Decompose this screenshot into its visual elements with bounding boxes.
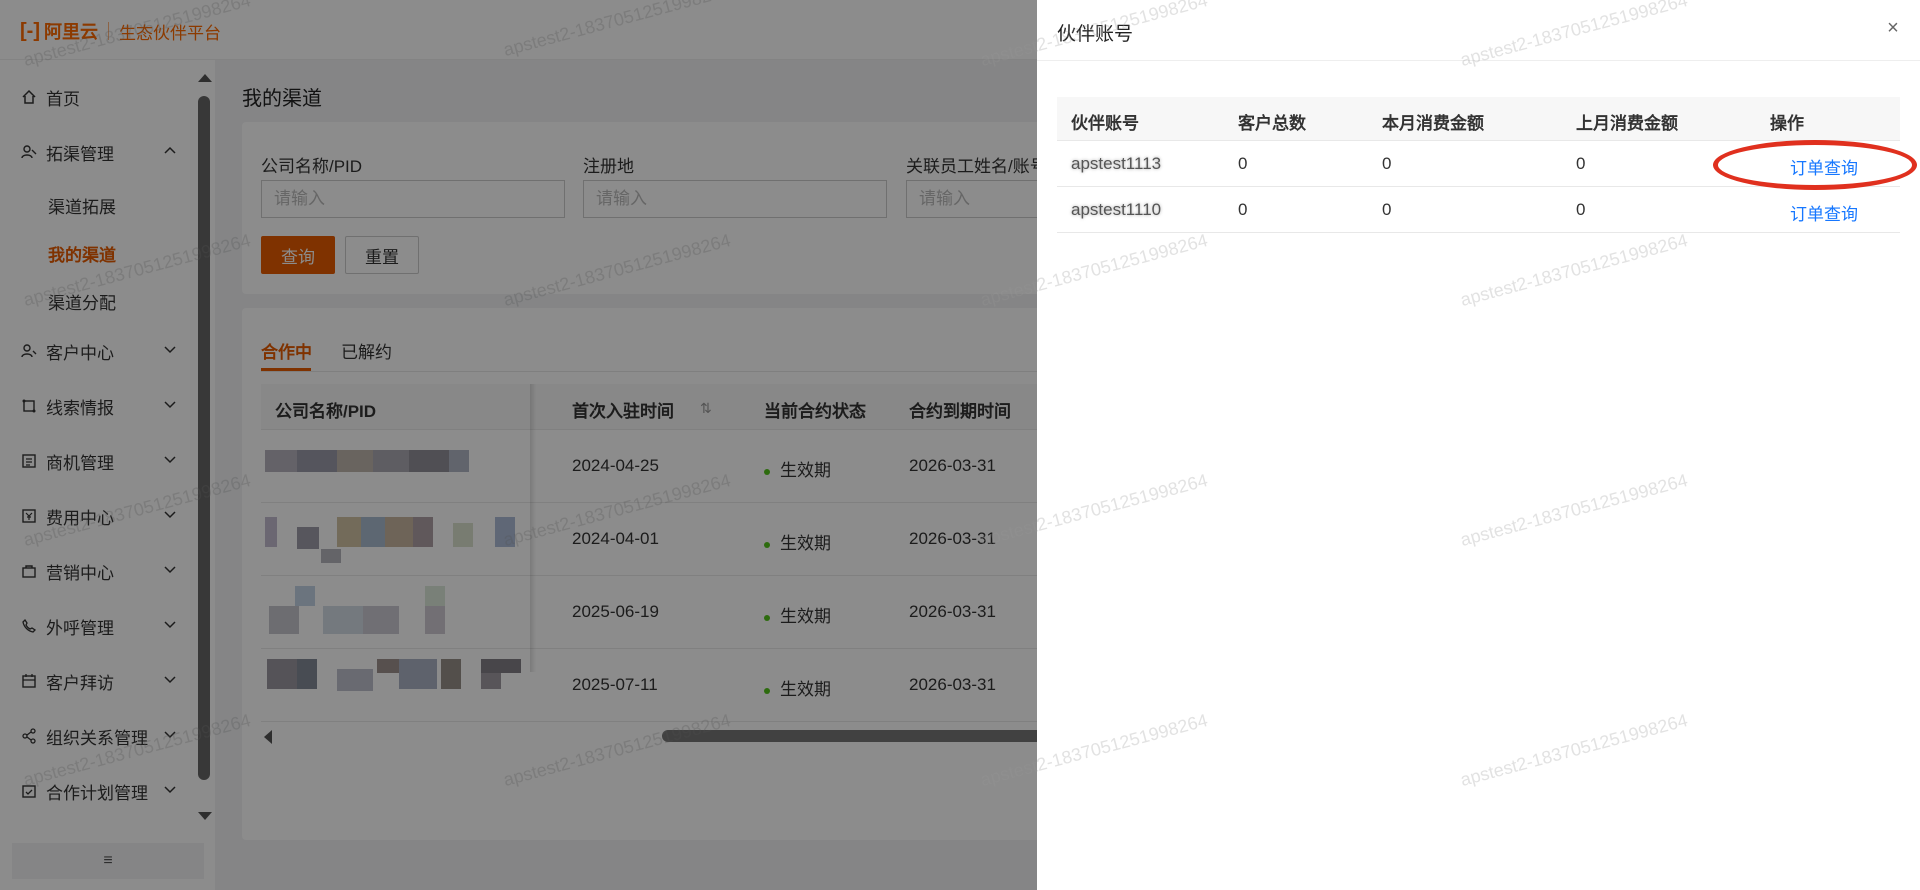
column-header: 上月消费金额	[1576, 114, 1678, 133]
this-month-spend: 0	[1382, 154, 1392, 173]
column-header: 客户总数	[1238, 114, 1306, 133]
watermark: apstest2-1837051251998264	[1458, 710, 1690, 790]
partner-account: apstest1113	[1071, 154, 1162, 173]
partner-account-drawer: 伙伴账号 × 伙伴账号 客户总数 本月消费金额 上月消费金额 操作 apstes…	[978, 0, 1920, 890]
watermark: apstest2-1837051251998264	[1458, 470, 1690, 550]
column-header: 本月消费金额	[1382, 114, 1484, 133]
watermark: apstest2-1837051251998264	[1458, 230, 1690, 310]
last-month-spend: 0	[1576, 200, 1586, 219]
order-query-link[interactable]: 订单查询	[1790, 200, 1858, 225]
modal-overlay[interactable]	[0, 0, 1037, 890]
column-header: 伙伴账号	[1071, 114, 1139, 133]
drawer-title: 伙伴账号	[1057, 24, 1134, 45]
customer-count: 0	[1238, 154, 1248, 173]
this-month-spend: 0	[1382, 200, 1392, 219]
annotation-highlight-oval	[1713, 140, 1917, 190]
customer-count: 0	[1238, 200, 1248, 219]
partner-account: apstest1110	[1071, 200, 1162, 219]
drawer-divider	[1037, 60, 1920, 61]
last-month-spend: 0	[1576, 154, 1586, 173]
partner-table-header: 伙伴账号 客户总数 本月消费金额 上月消费金额 操作	[1057, 97, 1900, 141]
table-row: apstest1110 0 0 0 订单查询	[1057, 187, 1900, 233]
close-icon[interactable]: ×	[1881, 16, 1905, 40]
column-header: 操作	[1770, 114, 1804, 133]
